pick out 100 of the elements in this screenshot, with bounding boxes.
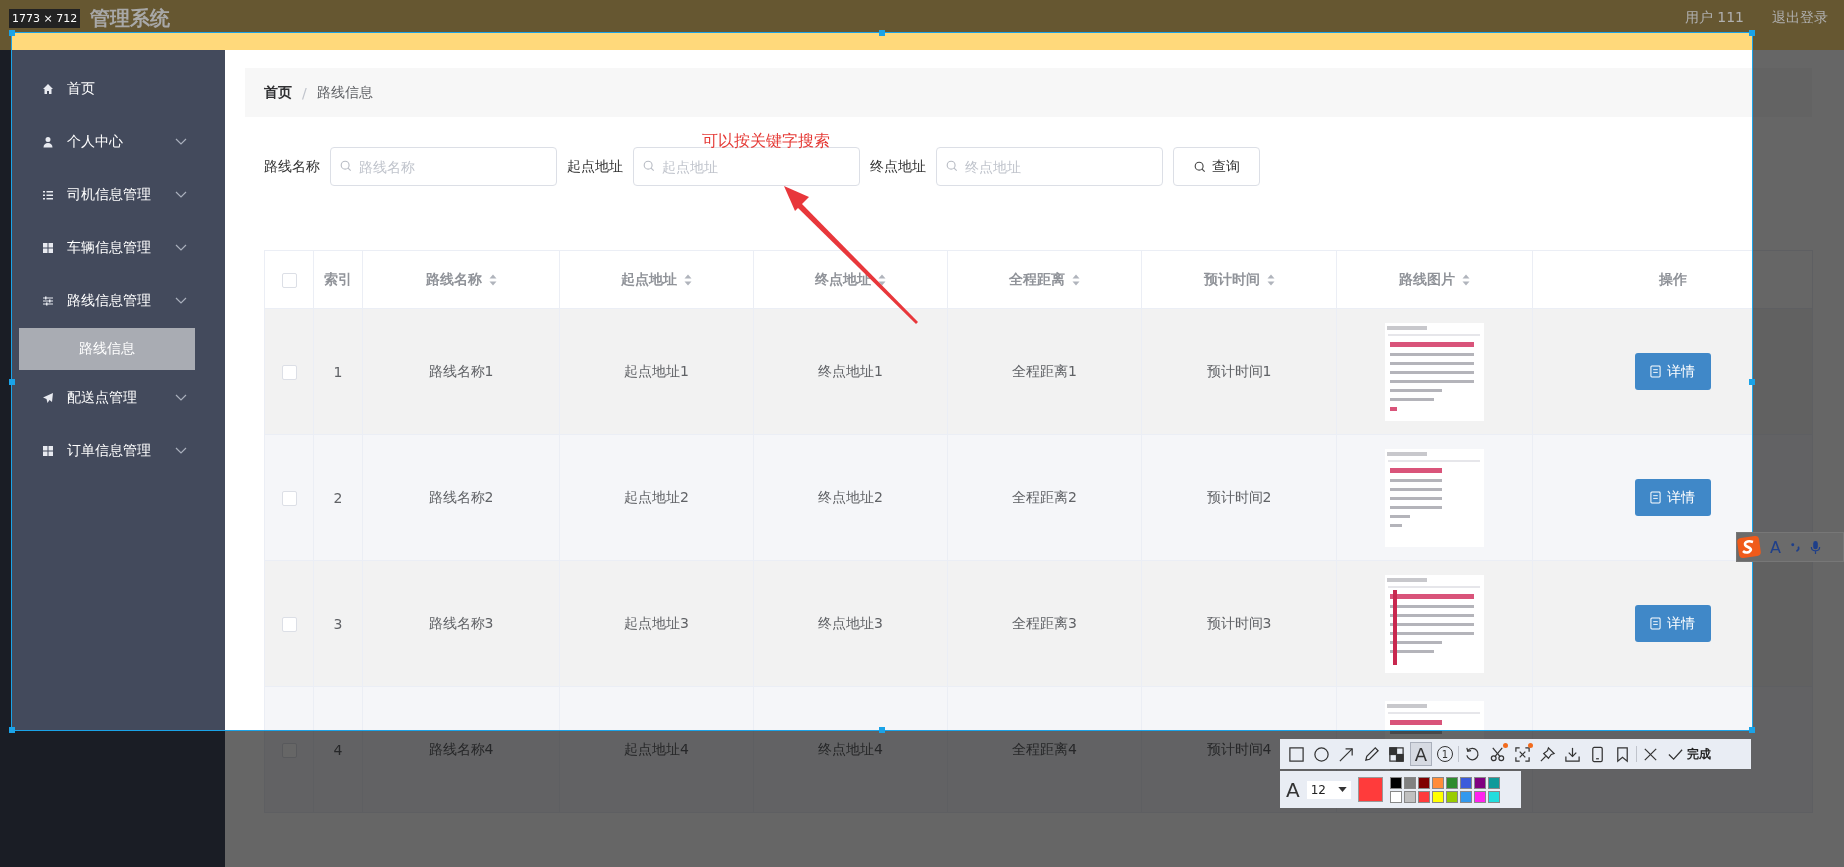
- color-swatch[interactable]: [1389, 776, 1402, 789]
- checkbox[interactable]: [281, 490, 297, 506]
- color-swatch[interactable]: [1431, 790, 1444, 803]
- scissors-icon: [1489, 745, 1506, 763]
- phone-icon: [1589, 745, 1606, 763]
- color-swatch[interactable]: [1403, 790, 1416, 803]
- checkbox[interactable]: [281, 272, 297, 288]
- color-swatch[interactable]: [1389, 790, 1402, 803]
- paper-plane-icon: [42, 391, 54, 404]
- color-swatch[interactable]: [1417, 790, 1430, 803]
- table-cell: 起点地址3: [559, 560, 754, 687]
- search-button[interactable]: 查询: [1173, 147, 1260, 186]
- punctuation-icon[interactable]: [1789, 541, 1801, 553]
- number-tool[interactable]: 1: [1434, 742, 1456, 766]
- table-cell: 全程距离3: [947, 560, 1142, 687]
- sidebar-item[interactable]: 车辆信息管理: [0, 221, 225, 274]
- color-swatch[interactable]: [1445, 776, 1458, 789]
- chevron-icon: [175, 393, 187, 402]
- color-swatch[interactable]: [1487, 776, 1500, 789]
- column-header[interactable]: 起点地址: [559, 250, 754, 309]
- color-swatch[interactable]: [1473, 776, 1486, 789]
- sort-icon: [1072, 273, 1080, 286]
- sliders-icon: [42, 294, 54, 307]
- logo-icon: [1737, 536, 1761, 558]
- detail-button[interactable]: 详情: [1634, 479, 1711, 516]
- font-glyph: A: [1286, 777, 1300, 802]
- chevron-icon: [175, 296, 187, 305]
- sidebar-item[interactable]: 订单信息管理: [0, 424, 225, 477]
- grid-icon: [42, 241, 54, 254]
- sort-icon: [488, 273, 497, 286]
- color-swatch[interactable]: [1417, 776, 1430, 789]
- current-color-swatch[interactable]: [1357, 777, 1383, 802]
- table-cell: 预计时间1: [1141, 308, 1337, 435]
- table-cell: 1: [313, 308, 363, 435]
- color-swatch[interactable]: [1459, 776, 1472, 789]
- done-button[interactable]: 完成: [1664, 742, 1714, 766]
- table-cell: 全程距离4: [947, 686, 1142, 813]
- sidebar-item[interactable]: 路线信息管理: [0, 274, 225, 327]
- table-cell: 全程距离1: [947, 308, 1142, 435]
- sort-icon: [684, 273, 692, 286]
- column-header[interactable]: 路线名称: [362, 250, 560, 309]
- table-cell: 路线名称2: [362, 434, 560, 561]
- detail-button[interactable]: 详情: [1634, 605, 1711, 642]
- table-cell: 预计时间2: [1141, 434, 1337, 561]
- sidebar-item[interactable]: 司机信息管理: [0, 168, 225, 221]
- breadcrumb-link[interactable]: 路线信息: [316, 83, 373, 102]
- table-cell: 预计时间3: [1141, 560, 1337, 687]
- sidebar-item[interactable]: 首页: [0, 62, 225, 115]
- table-cell: 4: [313, 686, 363, 813]
- table-cell: 2: [313, 434, 363, 561]
- user-icon: [42, 135, 54, 148]
- table-cell: 路线名称3: [362, 560, 560, 687]
- search-field[interactable]: 终点地址: [936, 147, 1163, 186]
- search-icon: [946, 160, 958, 172]
- table-cell: 终点地址3: [753, 560, 948, 687]
- column-header[interactable]: 终点地址: [753, 250, 948, 309]
- caret-icon: [1337, 787, 1347, 792]
- pin-icon: [1539, 745, 1556, 763]
- table-cell: 终点地址4: [753, 686, 948, 813]
- color-swatch[interactable]: [1445, 790, 1458, 803]
- column-header[interactable]: 操作: [1532, 250, 1813, 309]
- search-field[interactable]: 起点地址: [633, 147, 860, 186]
- column-header[interactable]: 索引: [313, 250, 363, 309]
- color-swatch[interactable]: [1459, 790, 1472, 803]
- selection-frame[interactable]: [11, 32, 1753, 731]
- user-name: 用户 111: [1684, 9, 1744, 27]
- document-icon: [1650, 491, 1661, 504]
- checkbox[interactable]: [281, 364, 297, 380]
- sidebar-item[interactable]: 配送点管理: [0, 371, 225, 424]
- app-title: 管理系统: [90, 4, 170, 32]
- sidebar-item[interactable]: 个人中心: [0, 115, 225, 168]
- color-swatch[interactable]: [1431, 776, 1444, 789]
- mosaic-icon: [1388, 745, 1405, 763]
- column-header[interactable]: 全程距离: [947, 250, 1142, 309]
- column-header[interactable]: 路线图片: [1336, 250, 1533, 309]
- column-header[interactable]: 预计时间: [1141, 250, 1337, 309]
- table-cell: 路线名称4: [362, 686, 560, 813]
- checkbox[interactable]: [281, 616, 297, 632]
- home-icon: [42, 82, 54, 95]
- detail-button[interactable]: 详情: [1634, 353, 1711, 390]
- table-cell: 起点地址1: [559, 308, 754, 435]
- list-icon: [42, 188, 54, 201]
- table-cell: 3: [313, 560, 363, 687]
- chevron-icon: [175, 446, 187, 455]
- search-field[interactable]: 路线名称: [330, 147, 557, 186]
- microphone-icon[interactable]: [1809, 539, 1821, 555]
- table-cell: 路线名称1: [362, 308, 560, 435]
- table-cell: 全程距离2: [947, 434, 1142, 561]
- search-icon: [1193, 160, 1206, 173]
- logout-link[interactable]: 退出登录: [1772, 9, 1828, 27]
- color-swatch[interactable]: [1487, 790, 1500, 803]
- text-tool[interactable]: A: [1410, 742, 1432, 766]
- color-swatch[interactable]: [1403, 776, 1416, 789]
- table-cell: 起点地址4: [559, 686, 754, 813]
- circle-icon: [1313, 745, 1330, 763]
- undo-icon: [1464, 745, 1481, 763]
- font-size-select[interactable]: 12: [1306, 780, 1351, 799]
- table-cell: 终点地址1: [753, 308, 948, 435]
- color-swatch[interactable]: [1473, 790, 1486, 803]
- breadcrumb-link[interactable]: 首页: [264, 83, 292, 102]
